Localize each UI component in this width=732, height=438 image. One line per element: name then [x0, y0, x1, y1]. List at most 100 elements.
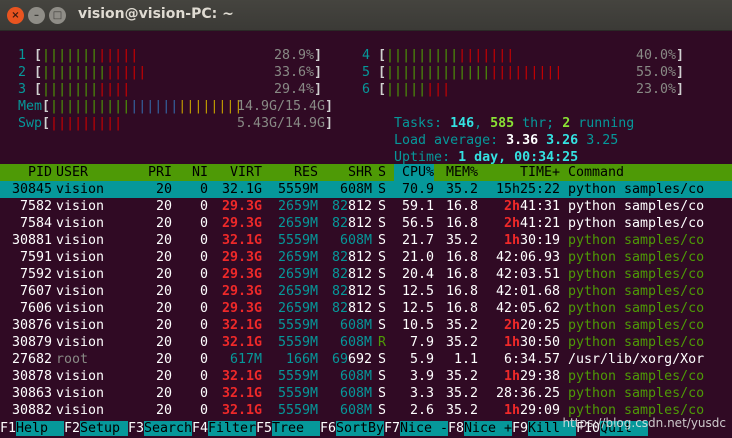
shr-cell: 608M — [339, 318, 372, 333]
process-row[interactable]: 7591 vision 20 0 29.3G 2659M 82812 S 21.0 16.8 42:… — [0, 249, 732, 266]
state-cell: S — [378, 369, 387, 384]
process-row[interactable]: 7582 vision 20 0 29.3G 2659M 82812 S 59.1 16.8 2h4… — [0, 198, 732, 215]
column-header-shr[interactable]: SHR — [318, 164, 372, 181]
column-header-pri[interactable]: PRI — [140, 164, 172, 181]
time-rest: 29:38 — [519, 369, 560, 384]
function-key-action: SortBy — [336, 421, 385, 436]
cpu-meter-1-label: 1 — [18, 48, 35, 63]
user-cell: vision — [56, 386, 105, 401]
time-cell: 2h41:31 — [480, 198, 560, 215]
maximize-window-button[interactable]: □ — [49, 7, 66, 24]
swp-meter-bar: ||||||||| 5.43G/14.9G — [50, 115, 325, 132]
column-header-res[interactable]: RES — [262, 164, 318, 181]
minimize-window-button[interactable]: – — [28, 7, 45, 24]
process-row[interactable]: 30863 vision 20 0 32.1G 5559M 608M S 3.3 35.2 28:3… — [0, 385, 732, 402]
time-hours: 2h — [503, 216, 520, 231]
process-row[interactable]: 30881 vision 20 0 32.1G 5559M 608M S 21.7 35.2 1h3… — [0, 232, 732, 249]
column-header-pid[interactable]: PID — [0, 164, 52, 181]
column-header-cpu-pct[interactable]: CPU% — [394, 164, 434, 181]
pid-cell: 7607 — [19, 284, 52, 299]
column-header-mem-pct[interactable]: MEM% — [440, 164, 478, 181]
uptime-label: Uptime: — [394, 150, 459, 165]
function-key-label: F4 — [192, 421, 209, 436]
process-row[interactable]: 7584 vision 20 0 29.3G 2659M 82812 S 56.5 16.8 2h4… — [0, 215, 732, 232]
function-key-f5[interactable]: F5Tree — [256, 420, 321, 437]
state-cell: S — [378, 403, 387, 418]
process-row[interactable]: 27682 root 20 0 617M 166M 69692 S 5.9 1.1 6:34.57 /… — [0, 351, 732, 368]
virt-cell: 29.3G — [221, 267, 262, 282]
cpu-meter-2: 2 [||||||||||||| 33.6%] — [18, 64, 322, 81]
process-row[interactable]: 30876 vision 20 0 32.1G 5559M 608M S 10.5 35.2 2h2… — [0, 317, 732, 334]
virt-cell: 32.1G — [221, 369, 262, 384]
process-row[interactable]: 30878 vision 20 0 32.1G 5559M 608M S 3.9 35.2 1h29… — [0, 368, 732, 385]
column-header-ni[interactable]: NI — [172, 164, 208, 181]
function-key-action: Tree — [272, 421, 321, 436]
priority-cell: 20 — [155, 369, 172, 384]
close-window-button[interactable]: × — [7, 7, 24, 24]
function-key-action: Filter — [208, 421, 257, 436]
function-key-f1[interactable]: F1Help — [0, 420, 65, 437]
cpu-meter-6-bar-fill: |||||||| — [386, 82, 451, 97]
function-key-label: F9 — [512, 421, 529, 436]
cpu-meter-3-bar: ||||||||||| 29.4% — [42, 81, 314, 98]
cpu-meter-4-value: 40.0% — [636, 48, 677, 63]
virt-cell: 29.3G — [221, 284, 262, 299]
cpu-meter-4: 4 [|||||||||||||||| 40.0%] — [362, 47, 684, 64]
function-key-f7[interactable]: F7Nice - — [384, 420, 449, 437]
process-row[interactable]: 30845 vision 20 0 32.1G 5559M 608M S 70.9 35.2 15h… — [0, 181, 732, 198]
swp-meter-value: 5.43G/14.9G — [236, 116, 326, 131]
column-header-virt[interactable]: VIRT — [208, 164, 262, 181]
shr-cell: 82812 — [331, 250, 372, 265]
user-cell: vision — [56, 182, 105, 197]
function-key-f3[interactable]: F3Search — [128, 420, 193, 437]
pid-cell: 7591 — [19, 250, 52, 265]
mem-meter-bar: |||||||||||||||||||||||| 14.9G/15.4G — [50, 98, 325, 115]
virt-cell: 32.1G — [221, 335, 262, 350]
function-key-f4[interactable]: F4Filter — [192, 420, 257, 437]
cpu-meter-2-bar: ||||||||||||| 33.6% — [42, 64, 314, 81]
time-cell: 42:06.93 — [480, 249, 560, 266]
process-table-header[interactable]: PID USER PRI NI VIRT RES SHR S CPU% MEM% TIME+ Comm… — [0, 164, 732, 181]
shr-cell: 608M — [339, 335, 372, 350]
shr-cell: 608M — [339, 403, 372, 418]
cpu-meter-2-bar-fill: ||||||||||||| — [42, 65, 147, 80]
command-cell: python samples/co — [568, 369, 705, 384]
process-row[interactable]: 7607 vision 20 0 29.3G 2659M 82812 S 12.5 16.8 42:… — [0, 283, 732, 300]
cpu-cell: 5.9 — [409, 352, 434, 367]
function-key-label: F5 — [256, 421, 273, 436]
time-rest: 20:25 — [519, 318, 560, 333]
user-cell: vision — [56, 199, 105, 214]
time-rest: 42:03.51 — [495, 267, 560, 282]
res-cell: 5559M — [277, 369, 318, 384]
mem-cell: 35.2 — [445, 369, 478, 384]
state-cell: S — [378, 318, 387, 333]
pid-cell: 7606 — [19, 301, 52, 316]
state-cell: S — [378, 216, 387, 231]
function-key-f8[interactable]: F8Nice + — [448, 420, 513, 437]
pid-cell: 30876 — [11, 318, 52, 333]
column-header-time-plus[interactable]: TIME+ — [480, 164, 560, 181]
function-key-f6[interactable]: F6SortBy — [320, 420, 385, 437]
cpu-meter-3-label: 3 — [18, 82, 35, 97]
time-hours: 1h — [503, 369, 520, 384]
process-row[interactable]: 7592 vision 20 0 29.3G 2659M 82812 S 20.4 16.8 42:… — [0, 266, 732, 283]
shr-cell: 608M — [339, 369, 372, 384]
process-row[interactable]: 30879 vision 20 0 32.1G 5559M 608M R 7.9 35.2 1h30… — [0, 334, 732, 351]
command-cell: python samples/co — [568, 216, 705, 231]
column-header-command[interactable]: Command — [568, 164, 732, 181]
cpu-meter-2-value: 33.6% — [274, 65, 315, 80]
state-cell: S — [378, 233, 387, 248]
swp-meter: Swp[||||||||| 5.43G/14.9G] — [18, 115, 333, 132]
process-row[interactable]: 7606 vision 20 0 29.3G 2659M 82812 S 12.5 16.8 42:… — [0, 300, 732, 317]
cpu-meter-1-bar-fill: |||||||||||| — [42, 48, 139, 63]
function-key-f2[interactable]: F2Setup — [64, 420, 129, 437]
user-cell: vision — [56, 267, 105, 282]
column-header-s[interactable]: S — [378, 164, 390, 181]
window-titlebar: × – □ vision@vision-PC: ~ — [0, 0, 732, 31]
column-header-user[interactable]: USER — [56, 164, 140, 181]
virt-cell: 32.1G — [221, 403, 262, 418]
time-rest: 29:09 — [519, 403, 560, 418]
time-rest: 42:01.68 — [495, 284, 560, 299]
cpu-cell: 12.5 — [401, 301, 434, 316]
terminal-area[interactable]: 1 [|||||||||||| 28.9%] 2 [||||||||||||| 33.… — [0, 30, 732, 438]
